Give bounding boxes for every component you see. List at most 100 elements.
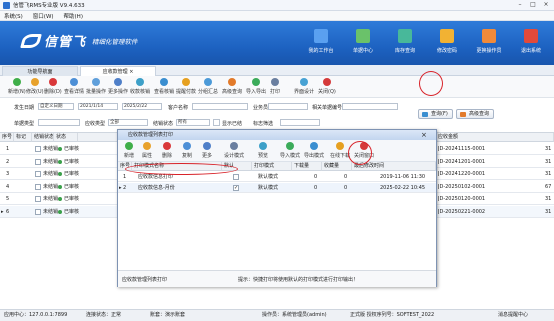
dialog-toolbar-label-0: 新增 <box>124 153 135 159</box>
toolbar-button-5[interactable]: 更多操作 <box>108 78 128 95</box>
row-status-dot <box>58 147 62 151</box>
row-amount: 31 <box>545 171 552 177</box>
show-zero-checkbox[interactable] <box>213 119 220 126</box>
toolbar-button-0[interactable]: 新增(N) <box>8 78 26 95</box>
banner-button-icon-2 <box>398 29 412 43</box>
toolbar-button-8[interactable]: 提醒付款 <box>176 78 196 95</box>
close-button[interactable]: × <box>540 1 552 9</box>
toolbar-button-9[interactable]: 分组汇总 <box>198 78 218 95</box>
dialog-toolbar-button-6[interactable]: 预览 <box>258 142 268 159</box>
dialog-toolbar-icon-1 <box>143 142 151 150</box>
toolbar-button-10[interactable]: 高级查询 <box>222 78 242 95</box>
dialog-toolbar-button-4[interactable]: 更多 <box>202 142 212 159</box>
message-center-link[interactable]: 消息提醒中心 <box>498 310 528 321</box>
row-settle-status: 未结销 <box>43 196 59 202</box>
banner-button-icon-1 <box>356 29 370 43</box>
status-account: 账套：演示账套 <box>150 312 186 318</box>
menu-window[interactable]: 窗口(W) <box>33 12 54 20</box>
date-from-input[interactable]: 2021/1/14 <box>78 103 118 110</box>
tag-select[interactable] <box>280 119 320 126</box>
dialog-toolbar-button-2[interactable]: 删除 <box>162 142 172 159</box>
toolbar-button-6[interactable]: 收款核销 <box>130 78 150 95</box>
menu-bar: 系统(S) 窗口(W) 帮助(H) <box>0 11 554 21</box>
customer-input[interactable] <box>192 103 248 110</box>
dialog-toolbar-icon-5 <box>230 142 238 150</box>
tab-receivables[interactable]: 应收款管理 × <box>80 66 156 76</box>
date-to-input[interactable]: 2025/2/22 <box>122 103 162 110</box>
maximize-button[interactable]: □ <box>527 1 539 9</box>
date-mode-select[interactable]: 自定义日期 <box>38 103 74 110</box>
banner-button-icon-4 <box>482 29 496 43</box>
advanced-query-icon <box>460 112 466 117</box>
row-number: 2 <box>6 158 10 165</box>
toolbar-icon-9 <box>204 78 212 86</box>
row-doc-number: JD-20241115-0001 <box>438 146 486 152</box>
dialog-toolbar-button-9[interactable]: 在线下载 <box>330 142 350 159</box>
close-tab-icon[interactable]: × <box>129 69 133 75</box>
row-settle-status: 未结销 <box>43 171 59 177</box>
default-checkbox[interactable] <box>233 174 239 180</box>
banner-button-icon-0 <box>314 29 328 43</box>
category-select[interactable]: 全部 <box>108 119 148 126</box>
tab-navigation[interactable]: 功能导航面 <box>2 66 78 76</box>
dialog-close-icon[interactable]: × <box>421 130 427 140</box>
toolbar-label-11: 导入导出 <box>246 89 267 95</box>
toolbar-button-14[interactable]: 关闭(Q) <box>318 78 336 95</box>
toolbar-icon-5 <box>114 78 122 86</box>
banner-button-0[interactable]: 我的工作台 <box>302 29 340 54</box>
banner-button-1[interactable]: 单据中心 <box>344 29 382 54</box>
dialog-header-5: 收藏量 <box>322 162 352 171</box>
toolbar-button-3[interactable]: 查看详情 <box>64 78 84 95</box>
logo: 信管飞 精细化管理软件 <box>20 31 138 50</box>
toolbar-button-7[interactable]: 查看核销 <box>154 78 174 95</box>
toolbar-button-13[interactable]: 界面设计 <box>294 78 314 95</box>
toolbar-button-12[interactable]: 打印 <box>270 78 280 95</box>
advanced-query-button[interactable]: 高级查询 <box>456 109 495 119</box>
dialog-toolbar-button-5[interactable]: 设计模式 <box>224 142 244 159</box>
toolbar-icon-6 <box>136 78 144 86</box>
dialog-toolbar-button-7[interactable]: 导入模式 <box>280 142 300 159</box>
minimize-button[interactable]: – <box>514 1 526 9</box>
settle-label: 结销状态 <box>153 121 174 127</box>
toolbar-button-11[interactable]: 导入导出 <box>246 78 266 95</box>
banner-button-4[interactable]: 更换操作员 <box>470 29 508 54</box>
row-checkbox[interactable] <box>35 146 41 152</box>
main-toolbar: 新增(N) 修改(U) 删除(D) 查看详情 批量操作 更多操作 收款核销 查看核销 提醒付款分… <box>0 76 554 98</box>
toolbar-icon-12 <box>271 78 279 86</box>
row-checkbox[interactable] <box>35 196 41 202</box>
default-checkbox[interactable]: ✓ <box>233 185 239 191</box>
dialog-toolbar-label-3: 复制 <box>182 153 193 159</box>
dialog-toolbar-label-7: 导入模式 <box>280 153 301 159</box>
toolbar-label-6: 收款核销 <box>130 89 151 95</box>
salesman-input[interactable] <box>268 103 308 110</box>
toolbar-label-7: 查看核销 <box>154 89 175 95</box>
toolbar-button-2[interactable]: 删除(D) <box>44 78 62 95</box>
banner-button-3[interactable]: 修改密码 <box>428 29 466 54</box>
menu-system[interactable]: 系统(S) <box>4 12 23 20</box>
status-server: 应用中心：127.0.0.1:7899 <box>4 312 68 318</box>
row-checkbox[interactable] <box>35 208 41 215</box>
menu-help[interactable]: 帮助(H) <box>64 12 83 20</box>
row-number: 3 <box>6 171 10 177</box>
print-mode-row[interactable]: 2 应收款信息-月份 ✓ 默认模式 0 0 2025-02-22 10:45 ▸ <box>118 183 436 193</box>
toolbar-icon-13 <box>300 78 308 86</box>
row-amount: 31 <box>545 158 552 165</box>
dialog-toolbar-button-1[interactable]: 属性 <box>142 142 152 159</box>
dialog-toolbar-button-3[interactable]: 复制 <box>182 142 192 159</box>
toolbar-button-1[interactable]: 修改(U) <box>26 78 44 95</box>
row-checkbox[interactable] <box>35 171 41 177</box>
query-button[interactable]: 查询(F) <box>418 109 453 119</box>
download-count: 0 <box>314 174 318 180</box>
doc-input[interactable] <box>342 103 398 110</box>
settle-select[interactable]: 所有 <box>176 119 210 126</box>
dialog-toolbar-button-0[interactable]: 新增 <box>124 142 134 159</box>
banner-button-2[interactable]: 库存查询 <box>386 29 424 54</box>
row-doc-number: JD-20250221-0002 <box>438 208 486 215</box>
toolbar-button-4[interactable]: 批量操作 <box>86 78 106 95</box>
row-checkbox[interactable] <box>35 183 41 190</box>
type-input[interactable] <box>38 119 80 126</box>
banner-button-5[interactable]: 退出系统 <box>512 29 550 54</box>
favorite-count: 0 <box>344 174 348 180</box>
row-checkbox[interactable] <box>35 158 41 165</box>
dialog-toolbar-button-8[interactable]: 导出模式 <box>304 142 324 159</box>
